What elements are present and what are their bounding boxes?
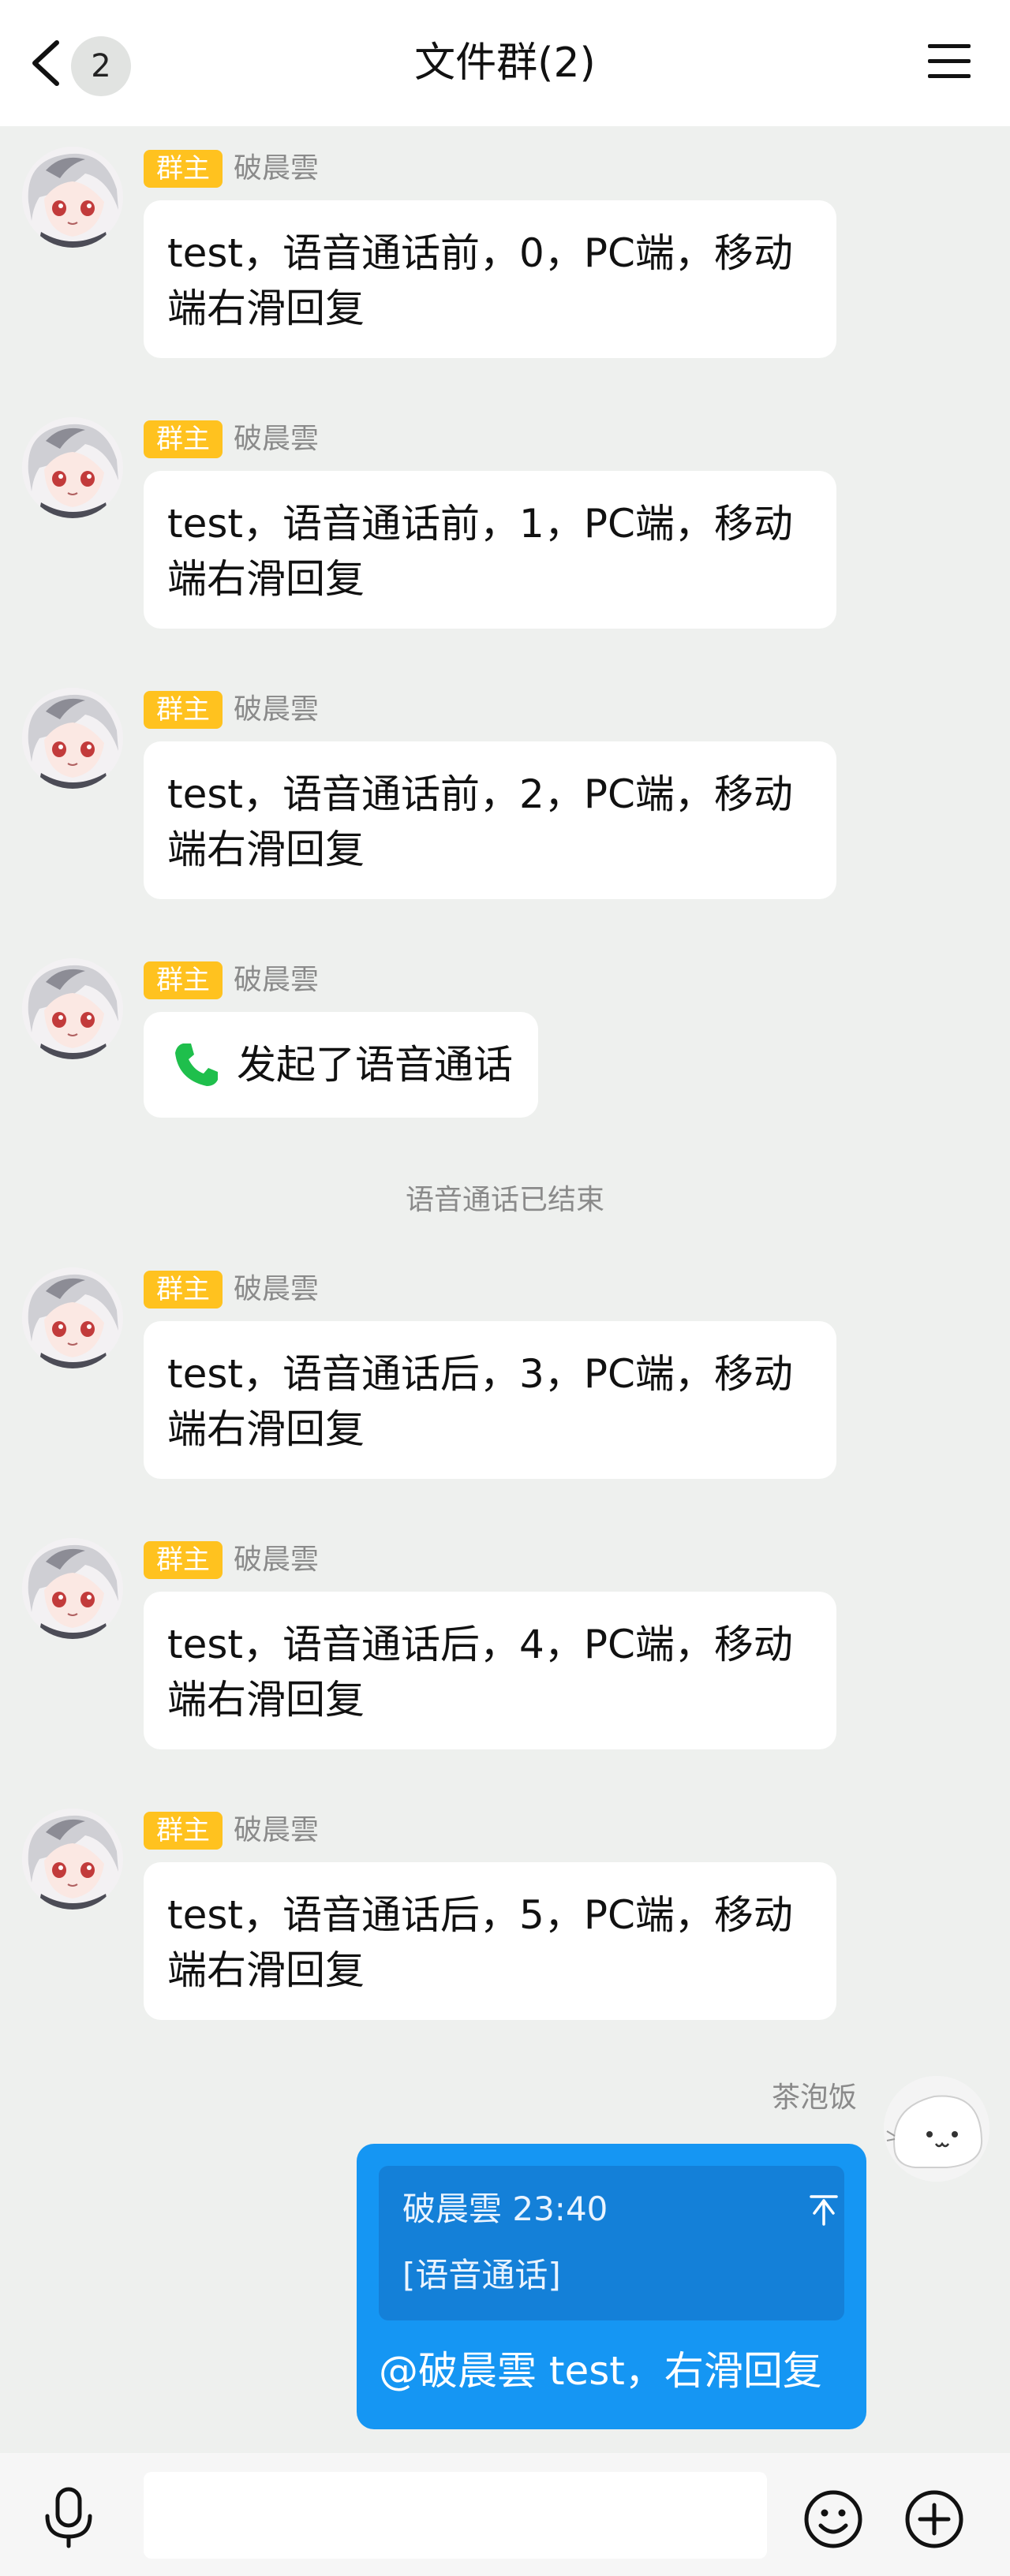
group-owner-tag: 群主 bbox=[144, 961, 223, 999]
my-sender-name: 茶泡饭 bbox=[771, 2081, 857, 2114]
sender-name: 破晨雲 bbox=[234, 152, 320, 185]
call-text: 发起了语音通话 bbox=[237, 1042, 513, 1088]
sender-name: 破晨雲 bbox=[234, 1273, 320, 1305]
reply-text: @破晨雲 test，右滑回复 bbox=[379, 2348, 822, 2394]
plus-circle-icon[interactable] bbox=[904, 2489, 964, 2549]
avatar[interactable] bbox=[22, 1809, 123, 1910]
message-bubble[interactable]: test，语音通话前，0，PC端，移动端右滑回复 bbox=[144, 200, 836, 358]
chat-title: 文件群(2) bbox=[414, 39, 596, 87]
hamburger-menu-icon[interactable] bbox=[925, 41, 974, 82]
avatar[interactable] bbox=[22, 417, 123, 518]
message-bubble[interactable]: test，语音通话后，4，PC端，移动端右滑回复 bbox=[144, 1592, 836, 1749]
my-message-bubble[interactable]: 破晨雲 23:40 [语音通话] @破晨雲 test，右滑回复 bbox=[357, 2144, 866, 2429]
message-input[interactable] bbox=[144, 2472, 767, 2559]
sender-name: 破晨雲 bbox=[234, 964, 320, 996]
jump-to-original-icon[interactable] bbox=[810, 2194, 838, 2226]
composer-bar bbox=[0, 2453, 1010, 2576]
group-owner-tag: 群主 bbox=[144, 1812, 223, 1850]
microphone-icon[interactable] bbox=[41, 2486, 96, 2549]
group-owner-tag: 群主 bbox=[144, 420, 223, 458]
group-owner-tag: 群主 bbox=[144, 1271, 223, 1309]
avatar[interactable] bbox=[22, 688, 123, 789]
quote-meta: 破晨雲 23:40 bbox=[402, 2190, 608, 2228]
quoted-message[interactable]: 破晨雲 23:40 [语音通话] bbox=[379, 2166, 844, 2320]
phone-icon bbox=[175, 1043, 218, 1086]
avatar[interactable] bbox=[22, 147, 123, 248]
group-owner-tag: 群主 bbox=[144, 150, 223, 188]
avatar[interactable] bbox=[22, 1267, 123, 1368]
message-bubble[interactable]: test，语音通话后，3，PC端，移动端右滑回复 bbox=[144, 1321, 836, 1479]
sender-name: 破晨雲 bbox=[234, 1814, 320, 1846]
message-bubble[interactable]: test，语音通话前，1，PC端，移动端右滑回复 bbox=[144, 471, 836, 629]
group-owner-tag: 群主 bbox=[144, 1541, 223, 1579]
top-bar: 2 文件群(2) bbox=[0, 0, 1010, 126]
message-bubble[interactable]: test，语音通话前，2，PC端，移动端右滑回复 bbox=[144, 741, 836, 899]
sender-name: 破晨雲 bbox=[234, 423, 320, 455]
message-bubble[interactable]: test，语音通话后，5，PC端，移动端右滑回复 bbox=[144, 1862, 836, 2020]
quote-content: [语音通话] bbox=[402, 2256, 561, 2294]
voice-call-bubble[interactable]: 发起了语音通话 bbox=[144, 1012, 538, 1118]
emoji-icon[interactable] bbox=[803, 2489, 863, 2549]
sender-name: 破晨雲 bbox=[234, 693, 320, 726]
avatar[interactable] bbox=[22, 958, 123, 1059]
group-owner-tag: 群主 bbox=[144, 691, 223, 729]
call-ended-notice: 语音通话已结束 bbox=[405, 1184, 604, 1216]
avatar[interactable] bbox=[22, 1538, 123, 1639]
my-avatar[interactable] bbox=[884, 2076, 989, 2182]
sender-name: 破晨雲 bbox=[234, 1544, 320, 1576]
